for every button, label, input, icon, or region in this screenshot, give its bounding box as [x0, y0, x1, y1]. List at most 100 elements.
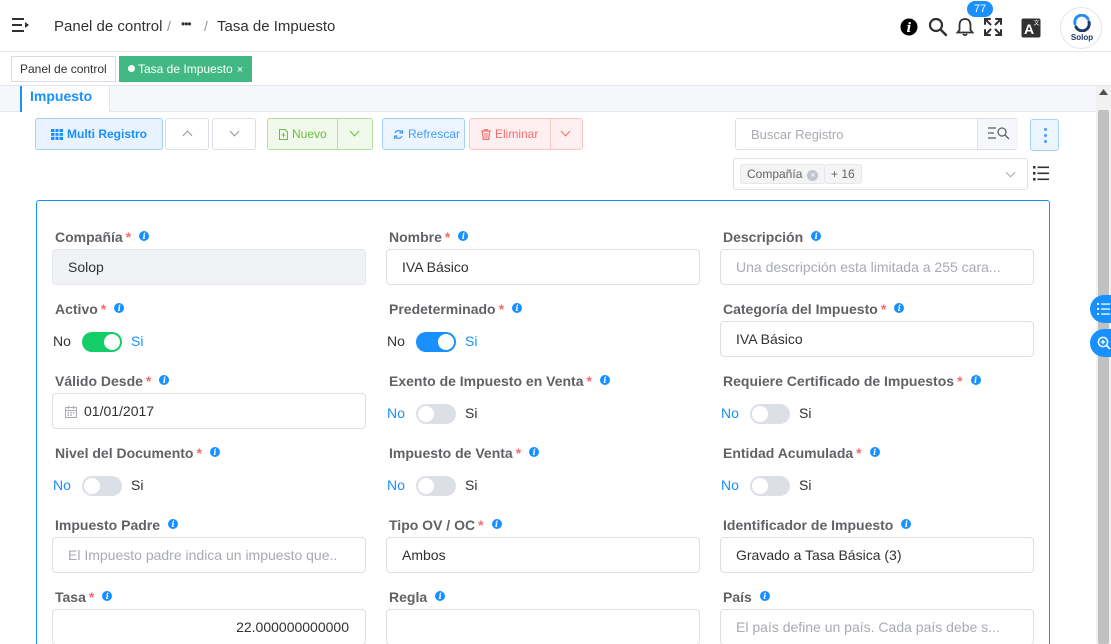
info-icon: i [869, 447, 880, 457]
default-switch-on-label[interactable]: Si [465, 333, 477, 349]
zoom-panel-button[interactable] [1090, 329, 1111, 357]
requires-cert-switch-off-label[interactable]: No [721, 405, 739, 421]
previous-record-button[interactable] [165, 118, 209, 150]
info-icon: i [458, 231, 469, 241]
tax-identifier-label: Identificador de Impuesto i [723, 517, 912, 533]
tax-category-input[interactable] [721, 322, 1033, 356]
tag-panel-de-control[interactable]: Panel de control [11, 56, 116, 82]
notification-badge: 77 [967, 1, 993, 17]
search-box [735, 118, 1018, 150]
sales-tax-switch-on-label[interactable]: Si [465, 477, 477, 493]
svg-text:文: 文 [1033, 19, 1039, 27]
avatar[interactable]: Solop [1060, 7, 1102, 49]
new-button[interactable]: Nuevo [267, 118, 373, 150]
doc-level-switch-on-label[interactable]: Si [131, 477, 143, 493]
zoom-in-icon [1097, 336, 1111, 350]
active-dot-icon [128, 65, 135, 72]
default-switch[interactable] [416, 332, 456, 352]
info-icon: i [491, 519, 502, 529]
search-icon[interactable] [928, 17, 948, 37]
rule-field [386, 609, 700, 644]
so-po-type-input[interactable] [387, 538, 699, 572]
chevron-down-icon[interactable] [349, 126, 360, 137]
tax-category-label: Categoría del Impuesto * i [723, 301, 905, 317]
sales-tax-switch[interactable] [416, 476, 456, 496]
column-more-chip: + 16 [824, 164, 862, 184]
doc-level-switch[interactable] [82, 476, 122, 496]
translate-icon[interactable]: A 文 [1021, 18, 1041, 38]
parent-tax-label: Impuesto Padre i [55, 517, 179, 533]
description-input[interactable] [721, 250, 1033, 284]
chevron-down-icon[interactable] [560, 126, 571, 137]
sales-exempt-switch-on-label[interactable]: Si [465, 405, 477, 421]
column-chip: Compañía × [740, 164, 826, 184]
company-input [53, 250, 365, 284]
requires-cert-switch[interactable] [750, 404, 790, 424]
name-input[interactable] [387, 250, 699, 284]
accumulated-switch-off-label[interactable]: No [721, 477, 739, 493]
tab-strip: Impuesto [0, 86, 1096, 112]
info-icon: i [209, 447, 220, 457]
active-switch[interactable] [82, 332, 122, 352]
info-icon: i [435, 591, 446, 601]
country-field [720, 609, 1034, 644]
requires-cert-label: Requiere Certificado de Impuestos * i [723, 373, 981, 389]
rate-input[interactable] [53, 610, 365, 644]
parent-tax-input[interactable] [53, 538, 365, 572]
info-icon[interactable]: i [900, 18, 918, 36]
scrollbar-thumb[interactable] [1098, 110, 1109, 644]
button-divider [337, 119, 338, 149]
breadcrumb-home[interactable]: Panel de control [54, 18, 162, 35]
sales-exempt-switch-off-label[interactable]: No [387, 405, 405, 421]
record-panel-toggle-button[interactable] [1090, 295, 1111, 323]
breadcrumb-ellipsis[interactable]: ••• [181, 17, 192, 31]
active-switch-on-label[interactable]: Si [131, 333, 143, 349]
description-label: Descripción i [723, 229, 822, 245]
tax-identifier-input[interactable] [721, 538, 1033, 572]
company-field [52, 249, 366, 285]
info-icon: i [811, 231, 822, 241]
new-button-label: Nuevo [292, 127, 327, 141]
accumulated-label: Entidad Acumulada * i [723, 445, 880, 461]
accumulated-switch[interactable] [750, 476, 790, 496]
search-input[interactable] [737, 120, 975, 148]
chip-close-icon[interactable]: × [807, 170, 819, 181]
search-button[interactable] [977, 119, 1018, 149]
tab-impuesto[interactable]: Impuesto [20, 86, 110, 112]
multi-record-button[interactable]: Multi Registro [35, 118, 163, 150]
delete-button[interactable]: Eliminar [469, 118, 583, 150]
doc-level-switch-off-label[interactable]: No [53, 477, 71, 493]
tag-tasa-de-impuesto[interactable]: Tasa de Impuesto × [119, 56, 253, 82]
sales-tax-label: Impuesto de Venta * i [389, 445, 540, 461]
fullscreen-icon[interactable] [983, 17, 1003, 37]
country-input[interactable] [721, 610, 1033, 644]
column-selector[interactable]: Compañía × + 16 [733, 158, 1028, 190]
close-icon[interactable]: × [237, 64, 243, 76]
default-switch-off-label[interactable]: No [387, 333, 405, 349]
requires-cert-switch-on-label[interactable]: Si [799, 405, 811, 421]
search-list-icon [988, 127, 1010, 140]
avatar-label: Solop [1070, 33, 1094, 42]
more-vertical-icon [1044, 128, 1047, 131]
more-options-button[interactable] [1030, 119, 1059, 151]
sales-tax-switch-off-label[interactable]: No [387, 477, 405, 493]
menu-fold-icon[interactable] [12, 17, 30, 33]
sales-exempt-label: Exento de Impuesto en Venta * i [389, 373, 610, 389]
active-switch-off-label[interactable]: No [53, 333, 71, 349]
valid-from-input[interactable] [53, 394, 365, 428]
scroll-up-arrow-icon[interactable] [1099, 89, 1108, 95]
so-po-type-label: Tipo OV / OC * i [389, 517, 502, 533]
rule-input[interactable] [387, 610, 699, 644]
refresh-button[interactable]: Refrescar [382, 118, 465, 150]
main-content: Impuesto Multi Registro Nuevo Refrescar [0, 86, 1096, 644]
sales-exempt-switch[interactable] [416, 404, 456, 424]
next-record-button[interactable] [212, 118, 256, 150]
list-icon[interactable] [1033, 166, 1049, 181]
tags-view: Panel de control Tasa de Impuesto × [0, 52, 1111, 86]
button-divider [550, 119, 551, 149]
bell-icon[interactable] [955, 17, 975, 37]
company-label: Compañía * i [55, 229, 150, 245]
so-po-type-field [386, 537, 700, 573]
parent-tax-field [52, 537, 366, 573]
accumulated-switch-on-label[interactable]: Si [799, 477, 811, 493]
